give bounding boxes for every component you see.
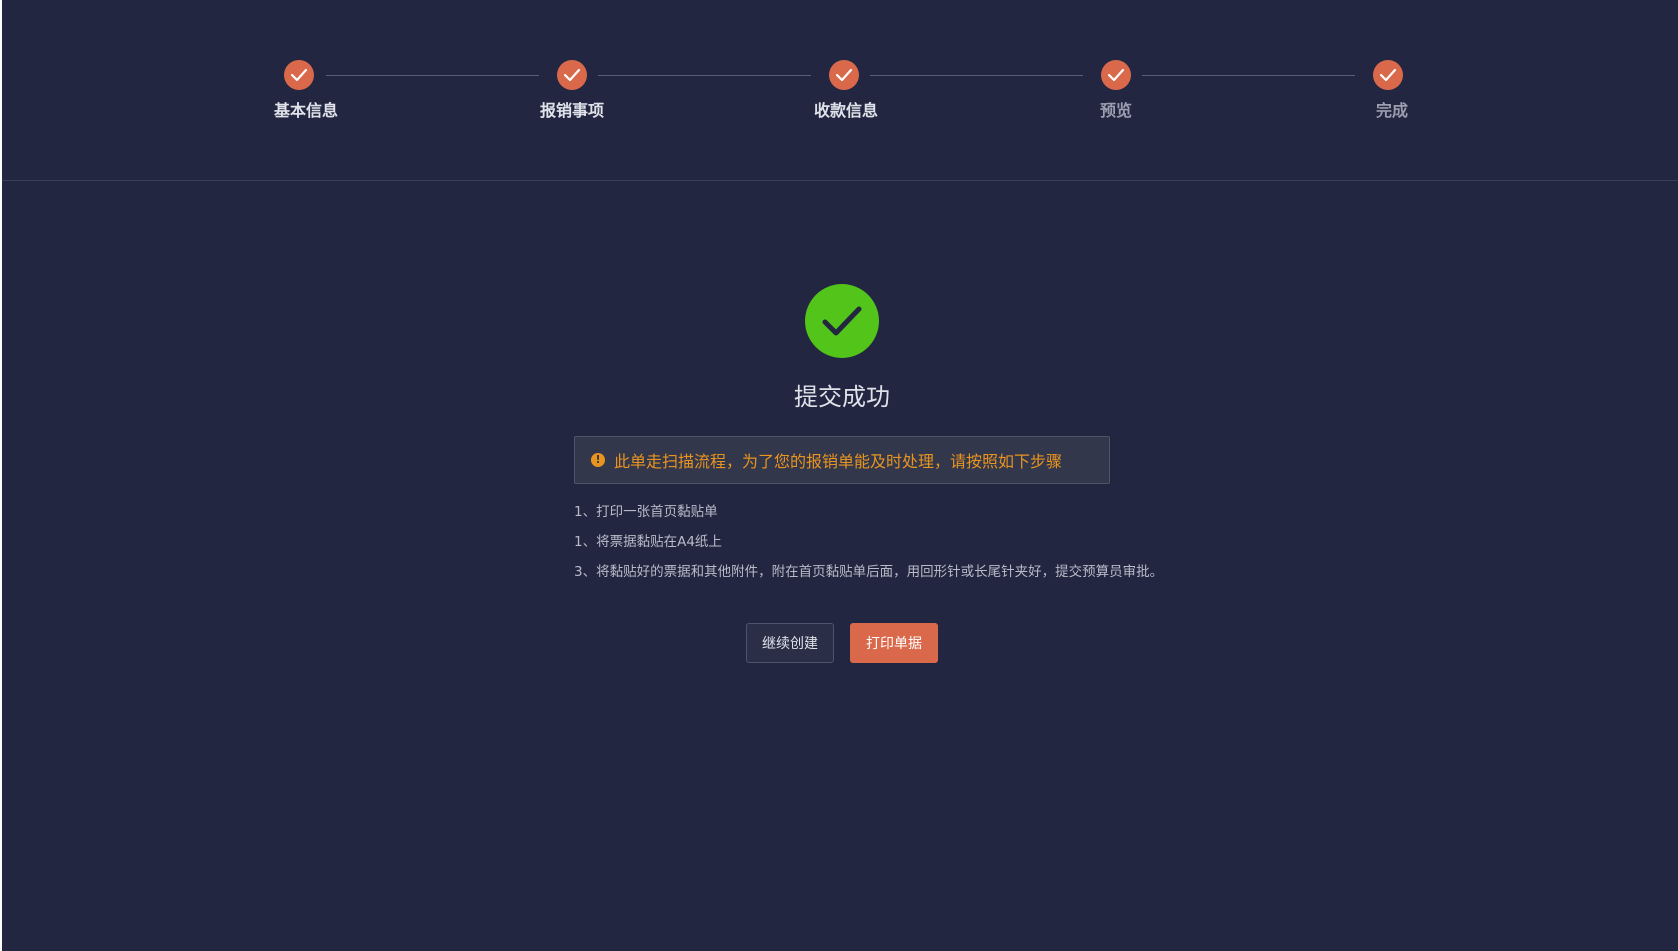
check-icon — [557, 60, 587, 90]
check-icon — [1373, 60, 1403, 90]
exclamation-icon: ! — [591, 453, 605, 467]
step-label: 报销事项 — [539, 101, 604, 120]
check-icon — [284, 60, 314, 90]
app-root: 基本信息 报销事项 收款信息 预览 完成 提交成功 ! 此单走扫描流程，为了您的… — [0, 0, 1678, 951]
continue-create-button[interactable]: 继续创建 — [746, 623, 834, 663]
main-panel: 基本信息 报销事项 收款信息 预览 完成 提交成功 ! 此单走扫描流程，为了您的… — [2, 0, 1678, 951]
instruction-item: 3、将黏贴好的票据和其他附件，附在首页黏贴单后面，用回形针或长尾针夹好，提交预算… — [574, 564, 1164, 580]
step-label: 完成 — [1375, 101, 1408, 120]
success-check-icon — [805, 284, 879, 358]
alert-text: 此单走扫描流程，为了您的报销单能及时处理，请按照如下步骤 — [614, 452, 1063, 471]
print-document-button[interactable]: 打印单据 — [850, 623, 938, 663]
step-label: 基本信息 — [273, 101, 338, 120]
step-payment-info: 收款信息 — [764, 60, 924, 121]
check-icon — [829, 60, 859, 90]
step-preview: 预览 — [1036, 60, 1196, 121]
step-complete: 完成 — [1308, 60, 1468, 121]
step-basic-info: 基本信息 — [219, 60, 379, 121]
result-title: 提交成功 — [794, 383, 890, 411]
step-reimbursement-items: 报销事项 — [492, 60, 652, 121]
scan-process-alert: ! 此单走扫描流程，为了您的报销单能及时处理，请按照如下步骤 — [574, 436, 1110, 484]
step-label: 预览 — [1099, 101, 1132, 120]
check-icon — [1101, 60, 1131, 90]
step-label: 收款信息 — [813, 101, 878, 120]
instruction-item: 1、打印一张首页黏贴单 — [574, 504, 718, 520]
steps-bar: 基本信息 报销事项 收款信息 预览 完成 — [2, 0, 1678, 181]
instruction-item: 1、将票据黏贴在A4纸上 — [574, 534, 722, 550]
instruction-list: 1、打印一张首页黏贴单 1、将票据黏贴在A4纸上 3、将黏贴好的票据和其他附件，… — [574, 497, 1224, 587]
